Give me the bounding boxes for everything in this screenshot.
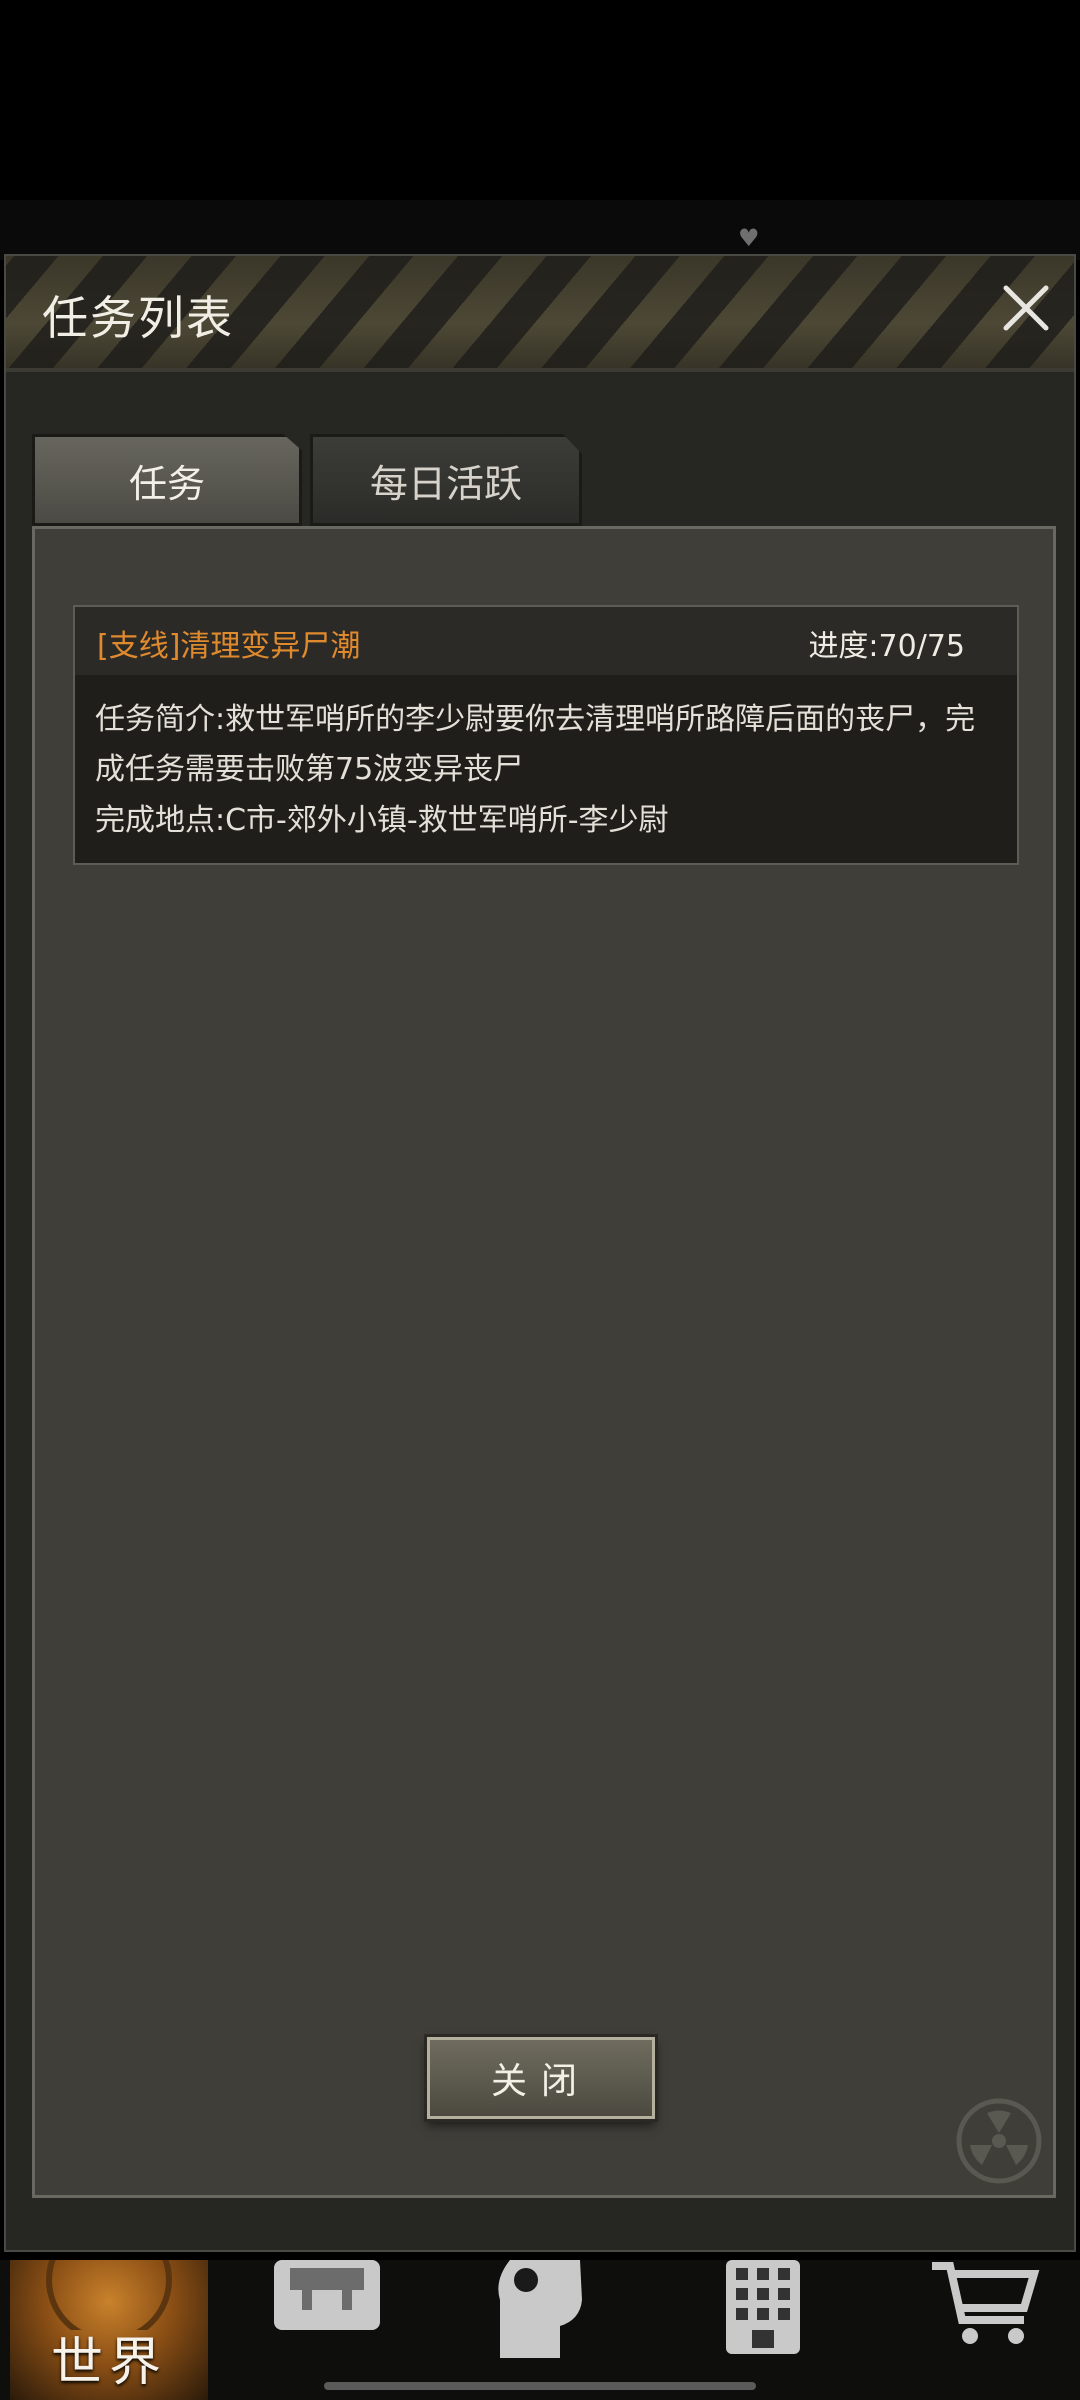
- quest-content-panel: [支线]清理变异尸潮 进度:70/75 任务简介:救世军哨所的李少尉要你去清理哨…: [32, 526, 1056, 2198]
- quest-location: 完成地点:C市-郊外小镇-救世军哨所-李少尉: [95, 803, 669, 838]
- close-button[interactable]: 关闭: [427, 2037, 655, 2119]
- dialog-title: 任务列表: [42, 291, 234, 345]
- quest-description-line-2: 成任务需要击败第75波变异丧尸: [95, 752, 524, 787]
- head-profile-icon: [498, 2260, 582, 2358]
- quest-progress: 进度:70/75: [808, 629, 965, 664]
- nav-shop[interactable]: [928, 2260, 1040, 2400]
- shopping-cart-icon: [932, 2262, 1040, 2344]
- quest-card[interactable]: [支线]清理变异尸潮 进度:70/75 任务简介:救世军哨所的李少尉要你去清理哨…: [73, 605, 1019, 865]
- nav-building[interactable]: [718, 2260, 808, 2400]
- tab-quests[interactable]: 任务: [32, 434, 302, 526]
- home-indicator[interactable]: [324, 2382, 756, 2390]
- hp-readout-obscured: ♥: [738, 224, 760, 252]
- tab-quests-label: 任务: [128, 461, 205, 506]
- radiation-icon: [956, 2098, 1042, 2184]
- nav-backpack[interactable]: [262, 2260, 392, 2400]
- close-icon[interactable]: [998, 280, 1054, 336]
- nav-world-label: 世界: [50, 2333, 167, 2393]
- backpack-icon: [274, 2260, 380, 2330]
- quest-description-line-1: 任务简介:救世军哨所的李少尉要你去清理哨所路障后面的丧尸，完: [95, 702, 976, 737]
- nav-world[interactable]: 世界: [10, 2260, 208, 2400]
- background-hud: ♥: [0, 200, 1080, 260]
- dialog-header: 任务列表: [6, 256, 1074, 372]
- bottom-nav: 世界: [0, 2260, 1080, 2400]
- nav-character[interactable]: [490, 2260, 600, 2400]
- quest-card-header: [支线]清理变异尸潮 进度:70/75: [75, 607, 1017, 675]
- building-icon: [726, 2260, 800, 2354]
- quest-description: 任务简介:救世军哨所的李少尉要你去清理哨所路障后面的丧尸，完 成任务需要击败第7…: [95, 695, 995, 795]
- quest-name: [支线]清理变异尸潮: [97, 629, 361, 664]
- tab-daily-activity-label: 每日活跃: [369, 461, 522, 506]
- tab-daily-activity[interactable]: 每日活跃: [310, 434, 582, 526]
- quest-list-dialog: 任务列表 任务 每日活跃 [支线]清理变异尸潮 进度:70/75 任务简介:救世…: [4, 254, 1076, 2252]
